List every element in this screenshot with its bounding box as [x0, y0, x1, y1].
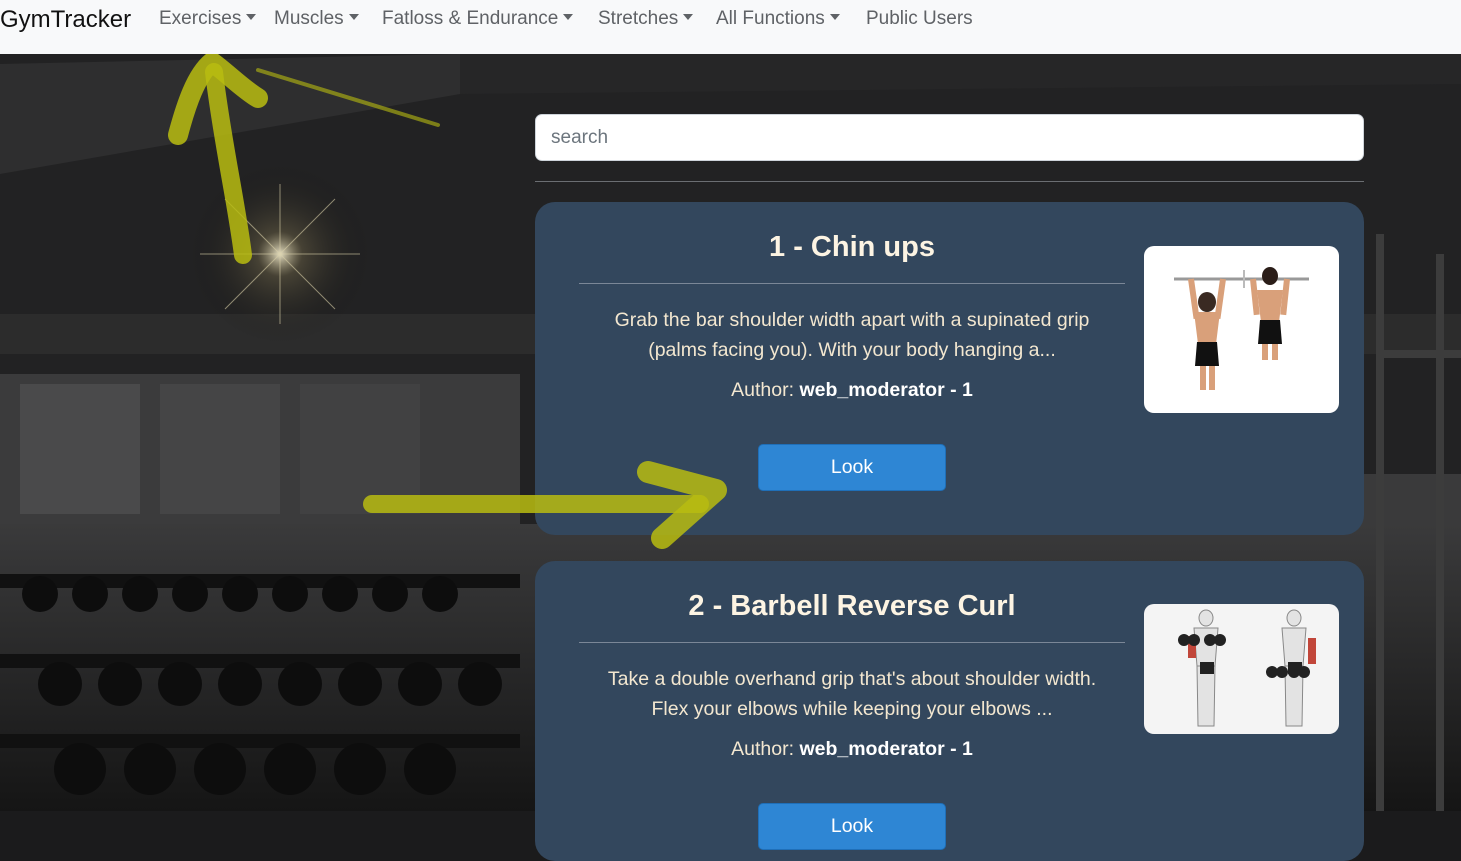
nav-all-functions-dropdown[interactable]: All Functions — [716, 8, 840, 30]
exercise-description-line: Grab the bar shoulder width apart with a… — [614, 309, 1090, 331]
nav-exercises-label: Exercises — [159, 8, 242, 29]
exercise-description-line: Flex your elbows while keeping your elbo… — [651, 698, 1053, 720]
exercise-card: 2 - Barbell Reverse Curl Take a double o… — [535, 561, 1364, 861]
card-divider — [579, 642, 1125, 643]
exercise-title: 2 - Barbell Reverse Curl — [688, 590, 1016, 622]
author-name: web_moderator - 1 — [799, 379, 973, 401]
caret-down-icon — [246, 14, 257, 20]
reverse-curl-figures-icon — [1144, 604, 1339, 734]
nav-exercises-dropdown[interactable]: Exercises — [159, 8, 257, 30]
brand-logo[interactable]: GymTracker — [0, 6, 131, 34]
nav-muscles-dropdown[interactable]: Muscles — [274, 8, 359, 30]
nav-fatloss-dropdown[interactable]: Fatloss & Endurance — [382, 8, 574, 30]
nav-stretches-label: Stretches — [598, 8, 679, 29]
chin-up-figures-icon — [1144, 246, 1339, 413]
nav-all-functions-label: All Functions — [716, 8, 825, 29]
exercise-description: Take a double overhand grip that's about… — [579, 664, 1125, 724]
author-name: web_moderator - 1 — [799, 738, 973, 760]
search-input[interactable] — [535, 114, 1364, 161]
exercise-description: Grab the bar shoulder width apart with a… — [579, 305, 1125, 365]
exercise-description-line: (palms facing you). With your body hangi… — [648, 339, 1056, 361]
nav-muscles-label: Muscles — [274, 8, 344, 29]
exercise-author: Author: web_moderator - 1 — [579, 379, 1125, 402]
caret-down-icon — [563, 14, 574, 20]
caret-down-icon — [829, 14, 840, 20]
caret-down-icon — [348, 14, 359, 20]
card-divider — [579, 283, 1125, 284]
look-button[interactable]: Look — [758, 444, 946, 491]
look-button[interactable]: Look — [758, 803, 946, 850]
nav-stretches-dropdown[interactable]: Stretches — [598, 8, 694, 30]
exercise-description-line: Take a double overhand grip that's about… — [607, 668, 1097, 690]
top-navbar: GymTracker Exercises Muscles Fatloss & E… — [0, 0, 1461, 54]
nav-fatloss-label: Fatloss & Endurance — [382, 8, 559, 29]
nav-public-users-link[interactable]: Public Users — [866, 8, 973, 30]
caret-down-icon — [683, 14, 694, 20]
divider — [535, 181, 1364, 182]
exercise-author: Author: web_moderator - 1 — [579, 738, 1125, 761]
author-label: Author: — [731, 738, 795, 760]
exercise-card: 1 - Chin ups Grab the bar shoulder width… — [535, 202, 1364, 535]
author-label: Author: — [731, 379, 795, 401]
exercise-title: 1 - Chin ups — [769, 231, 935, 263]
